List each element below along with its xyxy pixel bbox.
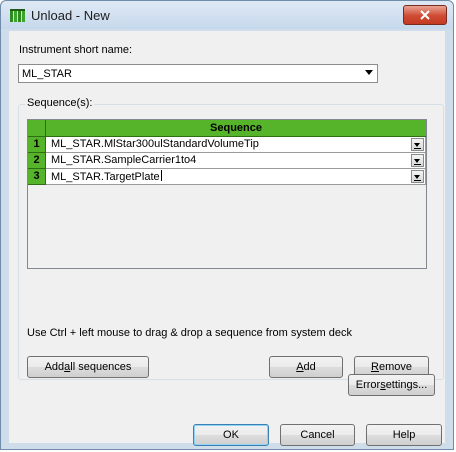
- grid-corner[interactable]: [28, 120, 46, 137]
- sequence-cell-text: ML_STAR.TargetPlate: [51, 171, 160, 183]
- sequence-cell[interactable]: ML_STAR.TargetPlate: [46, 169, 426, 185]
- sequence-cell-value: ML_STAR.TargetPlate: [51, 170, 162, 183]
- close-button[interactable]: [403, 5, 447, 25]
- window-title: Unload - New: [31, 8, 110, 23]
- drag-drop-hint: Use Ctrl + left mouse to drag & drop a s…: [27, 327, 352, 339]
- close-icon: [420, 10, 430, 20]
- table-row[interactable]: 3 ML_STAR.TargetPlate: [28, 169, 426, 185]
- help-button[interactable]: Help: [366, 424, 442, 446]
- cancel-button[interactable]: Cancel: [280, 424, 355, 446]
- sequence-cell-value: ML_STAR.SampleCarrier1to4: [51, 154, 197, 166]
- chevron-down-icon: [365, 70, 373, 75]
- grid-header: Sequence: [28, 120, 426, 137]
- instrument-select-value: ML_STAR: [22, 68, 72, 80]
- ok-button[interactable]: OK: [193, 424, 269, 446]
- sequence-cell-value: ML_STAR.MlStar300ulStandardVolumeTip: [51, 138, 259, 150]
- row-number[interactable]: 2: [28, 153, 46, 169]
- add-all-sequences-button[interactable]: Add a ll sequences: [27, 356, 149, 378]
- instrument-label: Instrument short name:: [19, 44, 133, 56]
- hamilton-tips-icon: [10, 9, 25, 22]
- instrument-select[interactable]: ML_STAR: [18, 64, 378, 83]
- sequences-group: Sequence(s): Sequence 1 ML_STAR.MlStar30…: [18, 97, 444, 380]
- error-settings-button[interactable]: Error s ettings...: [348, 374, 435, 396]
- dropdown-icon[interactable]: [411, 170, 424, 183]
- add-button[interactable]: Add: [269, 356, 343, 378]
- dialog-body: Instrument short name: ML_STAR Sequence(…: [9, 31, 445, 446]
- sequences-group-label: Sequence(s):: [25, 97, 95, 109]
- dropdown-icon[interactable]: [411, 138, 424, 151]
- row-number[interactable]: 3: [28, 169, 46, 185]
- dropdown-icon[interactable]: [411, 154, 424, 167]
- dialog-window: Unload - New Instrument short name: ML_S…: [0, 0, 454, 450]
- title-bar[interactable]: Unload - New: [1, 1, 453, 29]
- sequence-grid[interactable]: Sequence 1 ML_STAR.MlStar300ulStandardVo…: [27, 119, 427, 269]
- row-number[interactable]: 1: [28, 137, 46, 153]
- sequence-cell[interactable]: ML_STAR.SampleCarrier1to4: [46, 153, 426, 169]
- sequence-cell[interactable]: ML_STAR.MlStar300ulStandardVolumeTip: [46, 137, 426, 153]
- table-row[interactable]: 2 ML_STAR.SampleCarrier1to4: [28, 153, 426, 169]
- column-header-sequence[interactable]: Sequence: [46, 120, 426, 137]
- text-caret: [160, 170, 162, 181]
- table-row[interactable]: 1 ML_STAR.MlStar300ulStandardVolumeTip: [28, 137, 426, 153]
